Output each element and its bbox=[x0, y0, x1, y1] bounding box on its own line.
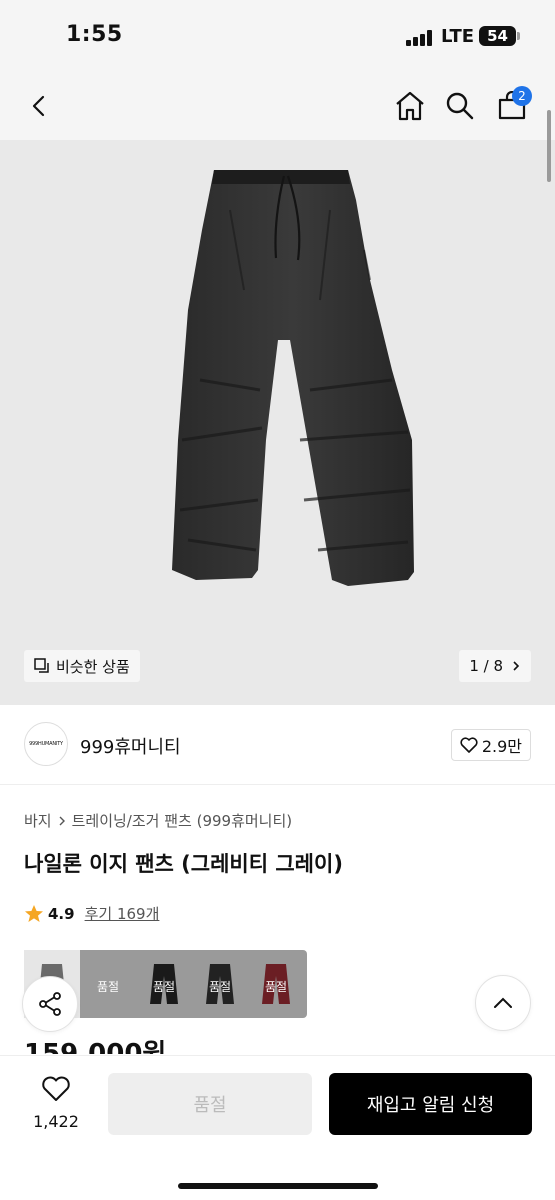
reviews-link[interactable]: 후기 169개 bbox=[85, 903, 160, 924]
status-time: 1:55 bbox=[66, 22, 123, 47]
rating-score: 4.9 bbox=[48, 904, 75, 923]
rating-row: 4.9 후기 169개 bbox=[24, 903, 159, 924]
battery-icon: 54 bbox=[479, 26, 516, 46]
brand-like-count: 2.9만 bbox=[481, 737, 522, 756]
share-button[interactable] bbox=[22, 976, 78, 1032]
breadcrumb-level1[interactable]: 바지 bbox=[24, 810, 52, 831]
product-page: 1:55 LTE 54 2 비슷한 상품 1 / 8 999HUMANITY 9… bbox=[0, 0, 555, 1200]
network-label: LTE bbox=[441, 26, 475, 47]
breadcrumb: 바지 트레이닝/조거 팬츠 (999휴머니티) bbox=[24, 810, 292, 831]
signal-icon bbox=[406, 30, 434, 46]
brand-name-link[interactable]: 999휴머니티 bbox=[80, 733, 181, 759]
soldout-button[interactable]: 품절 bbox=[108, 1073, 312, 1135]
chevron-up-icon bbox=[494, 997, 512, 1008]
brand-like-button[interactable]: 2.9만 bbox=[450, 729, 531, 761]
product-photo bbox=[172, 170, 414, 586]
breadcrumb-level2[interactable]: 트레이닝/조거 팬츠 (999휴머니티) bbox=[72, 810, 293, 831]
swatch-item[interactable]: 품절 bbox=[136, 950, 192, 1018]
swatch-soldout-label: 품절 bbox=[96, 980, 120, 994]
home-indicator bbox=[178, 1183, 378, 1189]
cart-count-badge: 2 bbox=[512, 86, 532, 106]
battery-tip bbox=[517, 32, 520, 40]
brand-row: 999HUMANITY 999휴머니티 2.9만 bbox=[0, 705, 555, 785]
scrollbar[interactable] bbox=[547, 110, 551, 182]
search-button[interactable] bbox=[438, 84, 482, 128]
home-button[interactable] bbox=[388, 84, 432, 128]
image-counter-button[interactable]: 1 / 8 bbox=[459, 650, 531, 682]
copy-squares-icon bbox=[34, 658, 49, 673]
image-counter: 1 / 8 bbox=[469, 657, 503, 675]
swatch-item[interactable]: 품절 bbox=[192, 950, 248, 1018]
cart-button[interactable]: 2 bbox=[490, 84, 534, 128]
wishlist-count: 1,422 bbox=[33, 1112, 79, 1131]
chevron-right-icon bbox=[513, 661, 520, 671]
heart-icon bbox=[42, 1076, 70, 1101]
home-icon bbox=[396, 91, 424, 121]
swatch-soldout-label: 품절 bbox=[264, 980, 288, 994]
similar-products-button[interactable]: 비슷한 상품 bbox=[24, 650, 140, 682]
swatch-item[interactable]: 품절 bbox=[248, 950, 304, 1018]
swatch-soldout-label: 품절 bbox=[152, 980, 176, 994]
product-image-gallery[interactable]: 비슷한 상품 1 / 8 bbox=[0, 140, 555, 705]
bottom-action-bar: 1,422 품절 재입고 알림 신청 bbox=[0, 1055, 555, 1200]
swatch-item[interactable]: 품절 bbox=[80, 950, 136, 1018]
top-nav: 2 bbox=[0, 74, 555, 140]
similar-products-label: 비슷한 상품 bbox=[56, 657, 130, 676]
price-partial: 159,000원 bbox=[24, 1040, 166, 1054]
breadcrumb-chevron-icon bbox=[59, 816, 65, 825]
status-bar: 1:55 LTE 54 bbox=[0, 0, 555, 74]
restock-alert-button[interactable]: 재입고 알림 신청 bbox=[329, 1073, 532, 1135]
brand-logo[interactable]: 999HUMANITY bbox=[24, 722, 68, 766]
star-icon bbox=[25, 904, 43, 922]
chevron-left-icon bbox=[32, 95, 45, 117]
wishlist-button[interactable]: 1,422 bbox=[24, 1076, 88, 1131]
back-button[interactable] bbox=[18, 84, 62, 128]
product-title: 나일론 이지 팬츠 (그레비티 그레이) bbox=[24, 852, 343, 876]
heart-icon bbox=[460, 737, 478, 753]
swatch-soldout-label: 품절 bbox=[208, 980, 232, 994]
search-icon bbox=[446, 92, 474, 120]
scroll-top-button[interactable] bbox=[475, 975, 531, 1031]
share-icon bbox=[39, 992, 61, 1016]
